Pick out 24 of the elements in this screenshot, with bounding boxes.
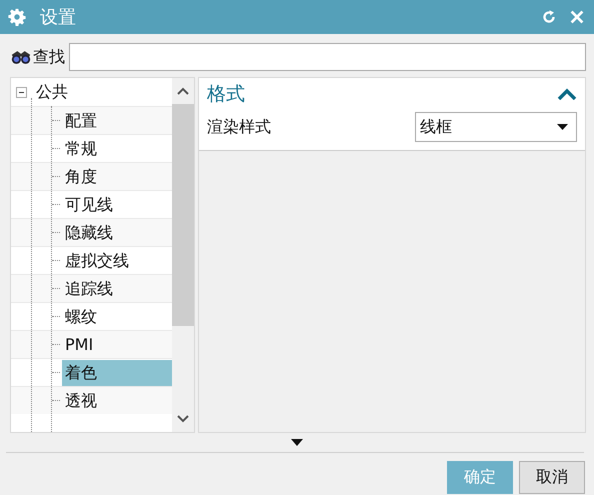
cancel-button[interactable]: 取消 <box>519 461 585 494</box>
scroll-down-icon[interactable] <box>177 415 189 423</box>
section-title: 格式 <box>207 82 245 107</box>
tree-item[interactable]: 可见线 <box>62 192 172 218</box>
scrollbar[interactable] <box>172 78 194 432</box>
expand-down-icon[interactable] <box>291 438 303 446</box>
tree-item[interactable]: 公共 <box>36 82 68 102</box>
close-icon[interactable] <box>568 8 586 26</box>
field-label: 渲染样式 <box>207 116 271 138</box>
window-title: 设置 <box>40 6 77 29</box>
tree-item[interactable]: 螺纹 <box>62 304 172 330</box>
render-style-dropdown[interactable]: 线框 <box>415 112 577 142</box>
tree-item[interactable]: 着色 <box>62 360 172 386</box>
tree-item[interactable]: 常规 <box>62 136 172 162</box>
collapse-toggle[interactable] <box>16 86 27 98</box>
settings-icon <box>8 8 26 26</box>
scroll-thumb[interactable] <box>172 104 194 326</box>
tree-item[interactable]: 虚拟交线 <box>62 248 172 274</box>
binoculars-icon <box>10 48 32 66</box>
caret-icon <box>557 124 568 130</box>
scroll-up-icon[interactable] <box>177 87 189 95</box>
search-label: 查找 <box>33 46 65 68</box>
collapse-icon[interactable] <box>557 88 577 100</box>
search-field[interactable] <box>69 43 586 71</box>
